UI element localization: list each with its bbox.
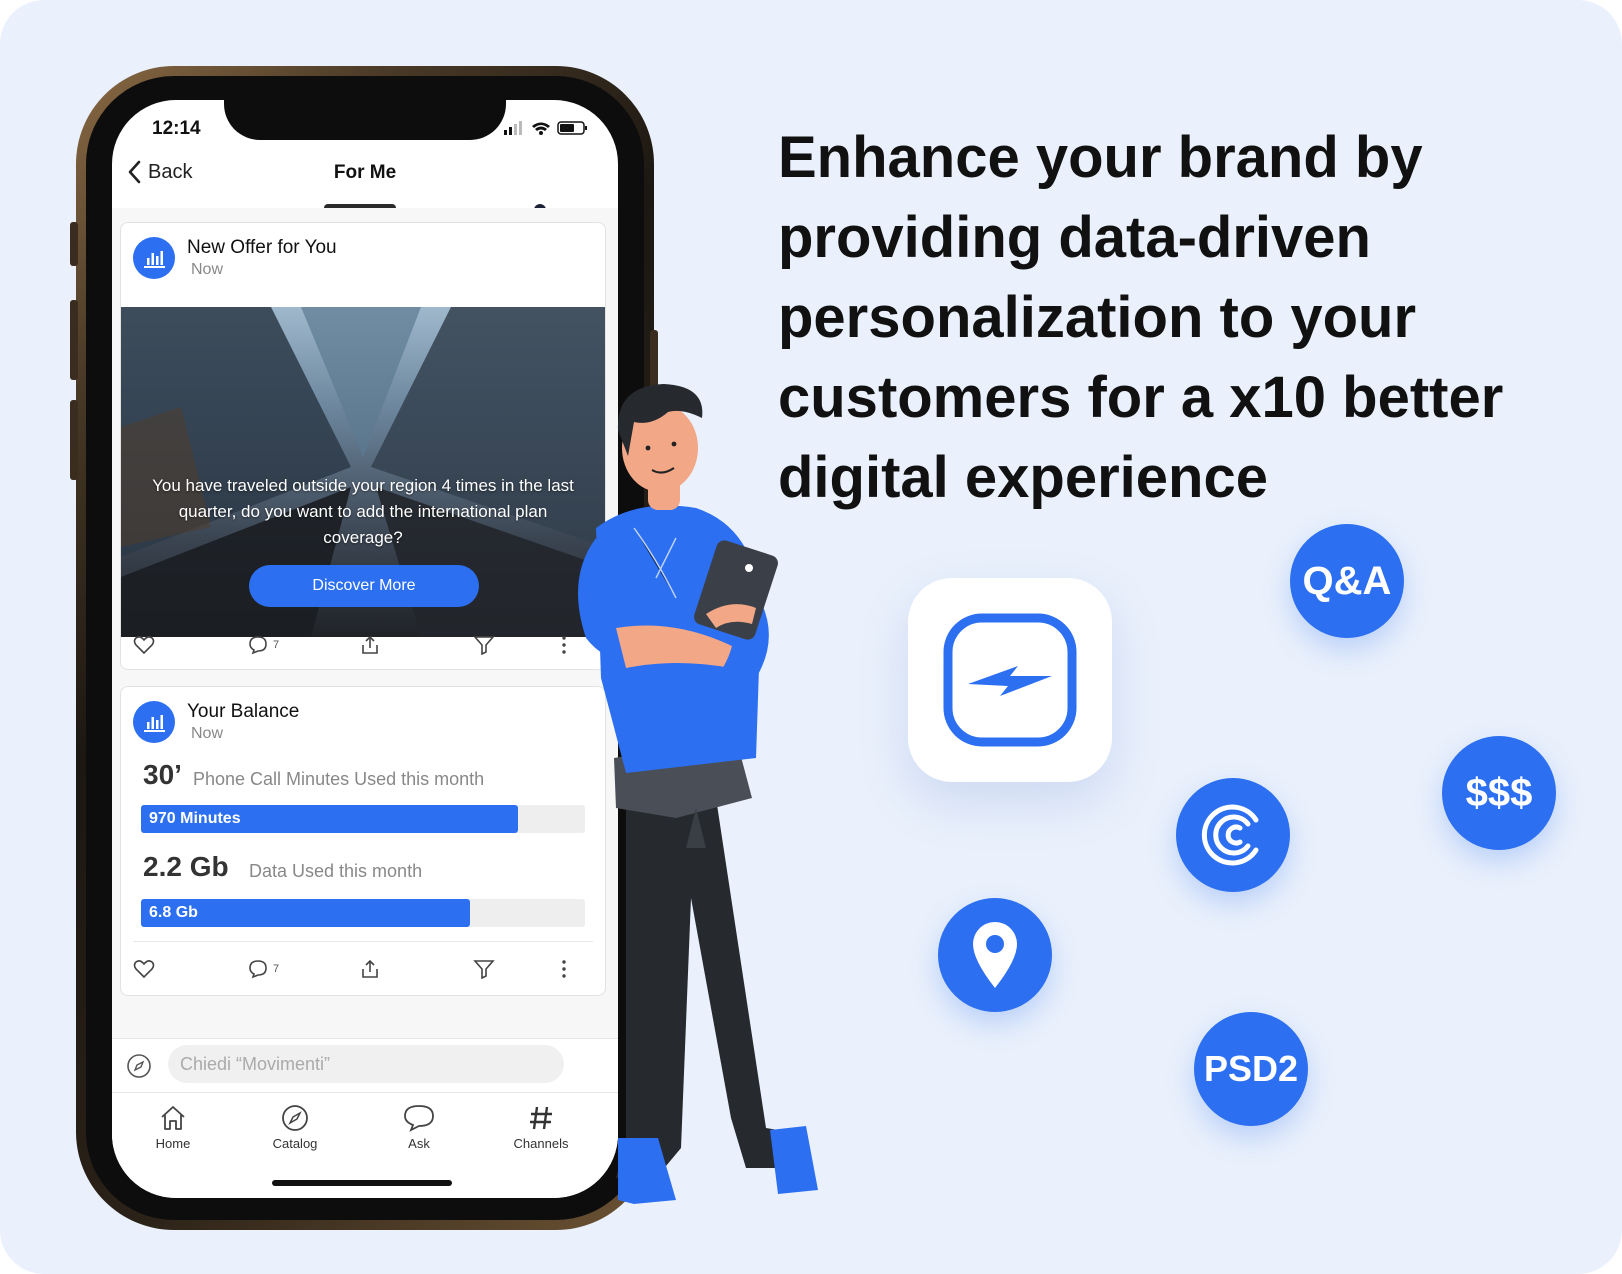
comment-icon <box>249 960 267 979</box>
balance-card: Your Balance Now 30’ Phone Call Minutes … <box>120 686 606 996</box>
tab-label: Catalog <box>272 1136 318 1151</box>
status-time: 12:14 <box>152 118 201 139</box>
notch <box>224 100 506 140</box>
heart-icon <box>133 636 155 655</box>
filter-button[interactable] <box>473 959 495 979</box>
card-time: Now <box>191 261 224 278</box>
data-value: 2.2 Gb <box>143 851 229 882</box>
headline: Enhance your brand by providing data-dri… <box>778 125 1504 510</box>
card-time: Now <box>191 725 224 742</box>
bar-chart-icon <box>144 251 165 268</box>
card-title: Your Balance <box>187 701 300 722</box>
share-button[interactable] <box>359 959 381 979</box>
tab-catalog[interactable]: Catalog <box>250 1103 340 1151</box>
tab-label: Home <box>155 1136 191 1151</box>
concentric-arcs-icon <box>1201 804 1259 866</box>
data-progress: 6.8 Gb <box>141 899 585 927</box>
share-icon <box>362 959 378 978</box>
minutes-bar-label: 970 Minutes <box>149 810 241 827</box>
compass-icon[interactable] <box>126 1053 152 1079</box>
psd2-bubble: PSD2 <box>1194 1012 1308 1126</box>
chat-bubble-icon <box>404 1105 434 1132</box>
card-title: New Offer for You <box>187 237 337 258</box>
phone-screen: 12:14 Back For Me New Offer for You Now … <box>112 100 618 1198</box>
heart-icon <box>133 960 155 979</box>
tab-home[interactable]: Home <box>128 1103 218 1151</box>
app-icon-tile <box>908 578 1112 782</box>
chat-bar: Chiedi “Movimenti” <box>112 1038 618 1093</box>
minutes-label: Phone Call Minutes Used this month <box>193 769 485 789</box>
offer-actions: 7 <box>121 625 605 669</box>
avatar <box>133 237 175 279</box>
like-button[interactable] <box>133 959 155 979</box>
home-indicator <box>272 1180 452 1186</box>
comment-button[interactable]: 7 <box>247 959 279 979</box>
location-pin-icon <box>973 922 1017 988</box>
minutes-progress: 970 Minutes <box>141 805 585 833</box>
status-icons <box>504 121 587 135</box>
compass-icon <box>282 1105 308 1131</box>
hash-icon <box>530 1106 552 1130</box>
money-bubble: $$$ <box>1442 736 1556 850</box>
ask-input[interactable]: Chiedi “Movimenti” <box>168 1045 564 1083</box>
qa-bubble: Q&A <box>1290 524 1404 638</box>
home-icon <box>161 1106 185 1130</box>
tab-label: Ask <box>408 1136 430 1151</box>
top-nav: Back For Me <box>112 152 618 209</box>
comment-icon <box>249 636 267 655</box>
canvas: 12:14 Back For Me New Offer for You Now … <box>0 0 1622 1274</box>
comment-count: 7 <box>273 963 280 975</box>
share-icon <box>362 635 378 654</box>
filter-icon <box>473 960 495 979</box>
feed: New Offer for You Now You have traveled … <box>112 208 618 1138</box>
offer-image: You have traveled outside your region 4 … <box>121 307 605 637</box>
bar-chart-icon <box>144 715 165 732</box>
like-button[interactable] <box>133 635 155 655</box>
discover-more-button[interactable]: Discover More <box>249 565 479 607</box>
comment-count: 7 <box>273 639 280 651</box>
share-button[interactable] <box>359 635 381 655</box>
data-label: Data Used this month <box>249 861 423 881</box>
offer-message: You have traveled outside your region 4 … <box>152 476 574 547</box>
minutes-value: 30’ <box>143 759 182 790</box>
offer-card: New Offer for You Now You have traveled … <box>120 222 606 670</box>
balance-actions: 7 <box>121 949 605 993</box>
filter-button[interactable] <box>473 635 495 655</box>
crescent-bubble <box>1176 778 1290 892</box>
data-bar-label: 6.8 Gb <box>149 904 198 921</box>
page-title: For Me <box>333 162 397 183</box>
comment-button[interactable]: 7 <box>247 635 279 655</box>
lightning-chat-icon <box>943 613 1077 747</box>
avatar <box>133 701 175 743</box>
tab-ask[interactable]: Ask <box>374 1103 464 1151</box>
location-bubble <box>938 898 1052 1012</box>
filter-icon <box>473 636 495 655</box>
